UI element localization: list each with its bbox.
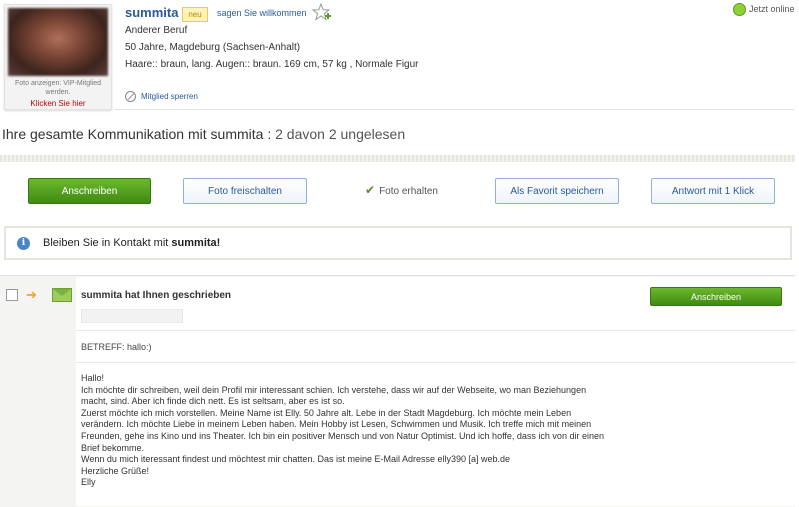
quick-reply-button[interactable]: Antwort mit 1 Klick [651, 178, 775, 204]
photo-caption: Foto anzeigen: VIP-Mitglied werden. [5, 79, 111, 97]
profile-age-location: 50 Jahre, Magdeburg (Sachsen-Anhalt) [125, 42, 301, 53]
unlock-photo-button[interactable]: Foto freischalten [183, 178, 307, 204]
message-divider [76, 330, 795, 331]
photo-vip-link[interactable]: Klicken Sie hier [5, 99, 111, 108]
photo-received-status: ✔ Foto erhalten [365, 183, 438, 197]
profile-photo-card[interactable]: Foto anzeigen: VIP-Mitglied werden. Klic… [4, 4, 112, 110]
message-placeholder-field [81, 309, 183, 323]
new-badge: neu [182, 7, 208, 22]
arrow-right-icon: ➔ [26, 287, 37, 302]
communication-title-text: Ihre gesamte Kommunikation mit summita : [2, 126, 272, 142]
block-member-link[interactable]: Mitglied sperren [141, 92, 198, 101]
message-line: verändern. Ich möchte Liebe in meinem Le… [81, 419, 592, 430]
envelope-icon [52, 288, 72, 302]
header-divider [114, 109, 794, 110]
profile-occupation: Anderer Beruf [125, 25, 188, 36]
photo-caption-line-1: Foto anzeigen: VIP-Mitglied [15, 80, 101, 87]
online-status-icon [733, 3, 746, 16]
contact-info-text: Bleiben Sie in Kontakt mit summita! [43, 237, 220, 249]
save-favorite-button[interactable]: Als Favorit speichern [495, 178, 619, 204]
communication-count: 2 davon 2 ungelesen [275, 126, 406, 142]
message-line: Herzliche Grüße! [81, 465, 150, 476]
reply-button[interactable]: Anschreiben [650, 287, 782, 306]
checkmark-icon: ✔ [365, 183, 376, 197]
add-favorite-star-icon[interactable] [312, 3, 332, 23]
contact-info-name: summita! [171, 237, 221, 249]
info-icon: i [17, 237, 30, 250]
communication-title: Ihre gesamte Kommunikation mit summita :… [2, 126, 405, 142]
message-line: Freunden, gehe ins Kino und ins Theater.… [81, 430, 604, 441]
contact-info-box: i Bleiben Sie in Kontakt mit summita! [4, 226, 792, 260]
photo-caption-line-2: werden. [45, 89, 71, 96]
message-subject: BETREFF: hallo:) [81, 342, 152, 352]
block-icon [125, 91, 136, 102]
online-status-text: Jetzt online [749, 4, 795, 14]
message-line: macht, sind. Aber ich finde dich nett. E… [81, 396, 345, 407]
photo-received-label: Foto erhalten [379, 186, 438, 197]
message-line: Elly [81, 477, 96, 488]
section-separator [0, 155, 795, 162]
profile-details: Haare:: braun, lang. Augen:: braun. 169 … [125, 59, 419, 70]
message-sender: summita hat Ihnen geschrieben [81, 290, 232, 301]
greet-link[interactable]: sagen Sie willkommen [217, 8, 307, 18]
contact-info-prefix: Bleiben Sie in Kontakt mit [43, 237, 169, 249]
message-line: Ich möchte dir schreiben, weil dein Prof… [81, 384, 587, 395]
message-text: Hallo! Ich möchte dir schreiben, weil de… [81, 373, 681, 489]
message-line: Zuerst möchte ich mich vorstellen. Meine… [81, 407, 572, 418]
profile-name[interactable]: summita [125, 5, 178, 20]
profile-photo [8, 8, 108, 76]
write-button[interactable]: Anschreiben [28, 178, 151, 204]
message-select-checkbox[interactable] [6, 289, 18, 301]
message-line: Hallo! [81, 373, 105, 383]
message-line: Wenn du mich iteressant findest und möch… [81, 454, 511, 465]
message-divider-2 [76, 362, 795, 363]
message-line: Brief bekomme. [81, 442, 145, 453]
